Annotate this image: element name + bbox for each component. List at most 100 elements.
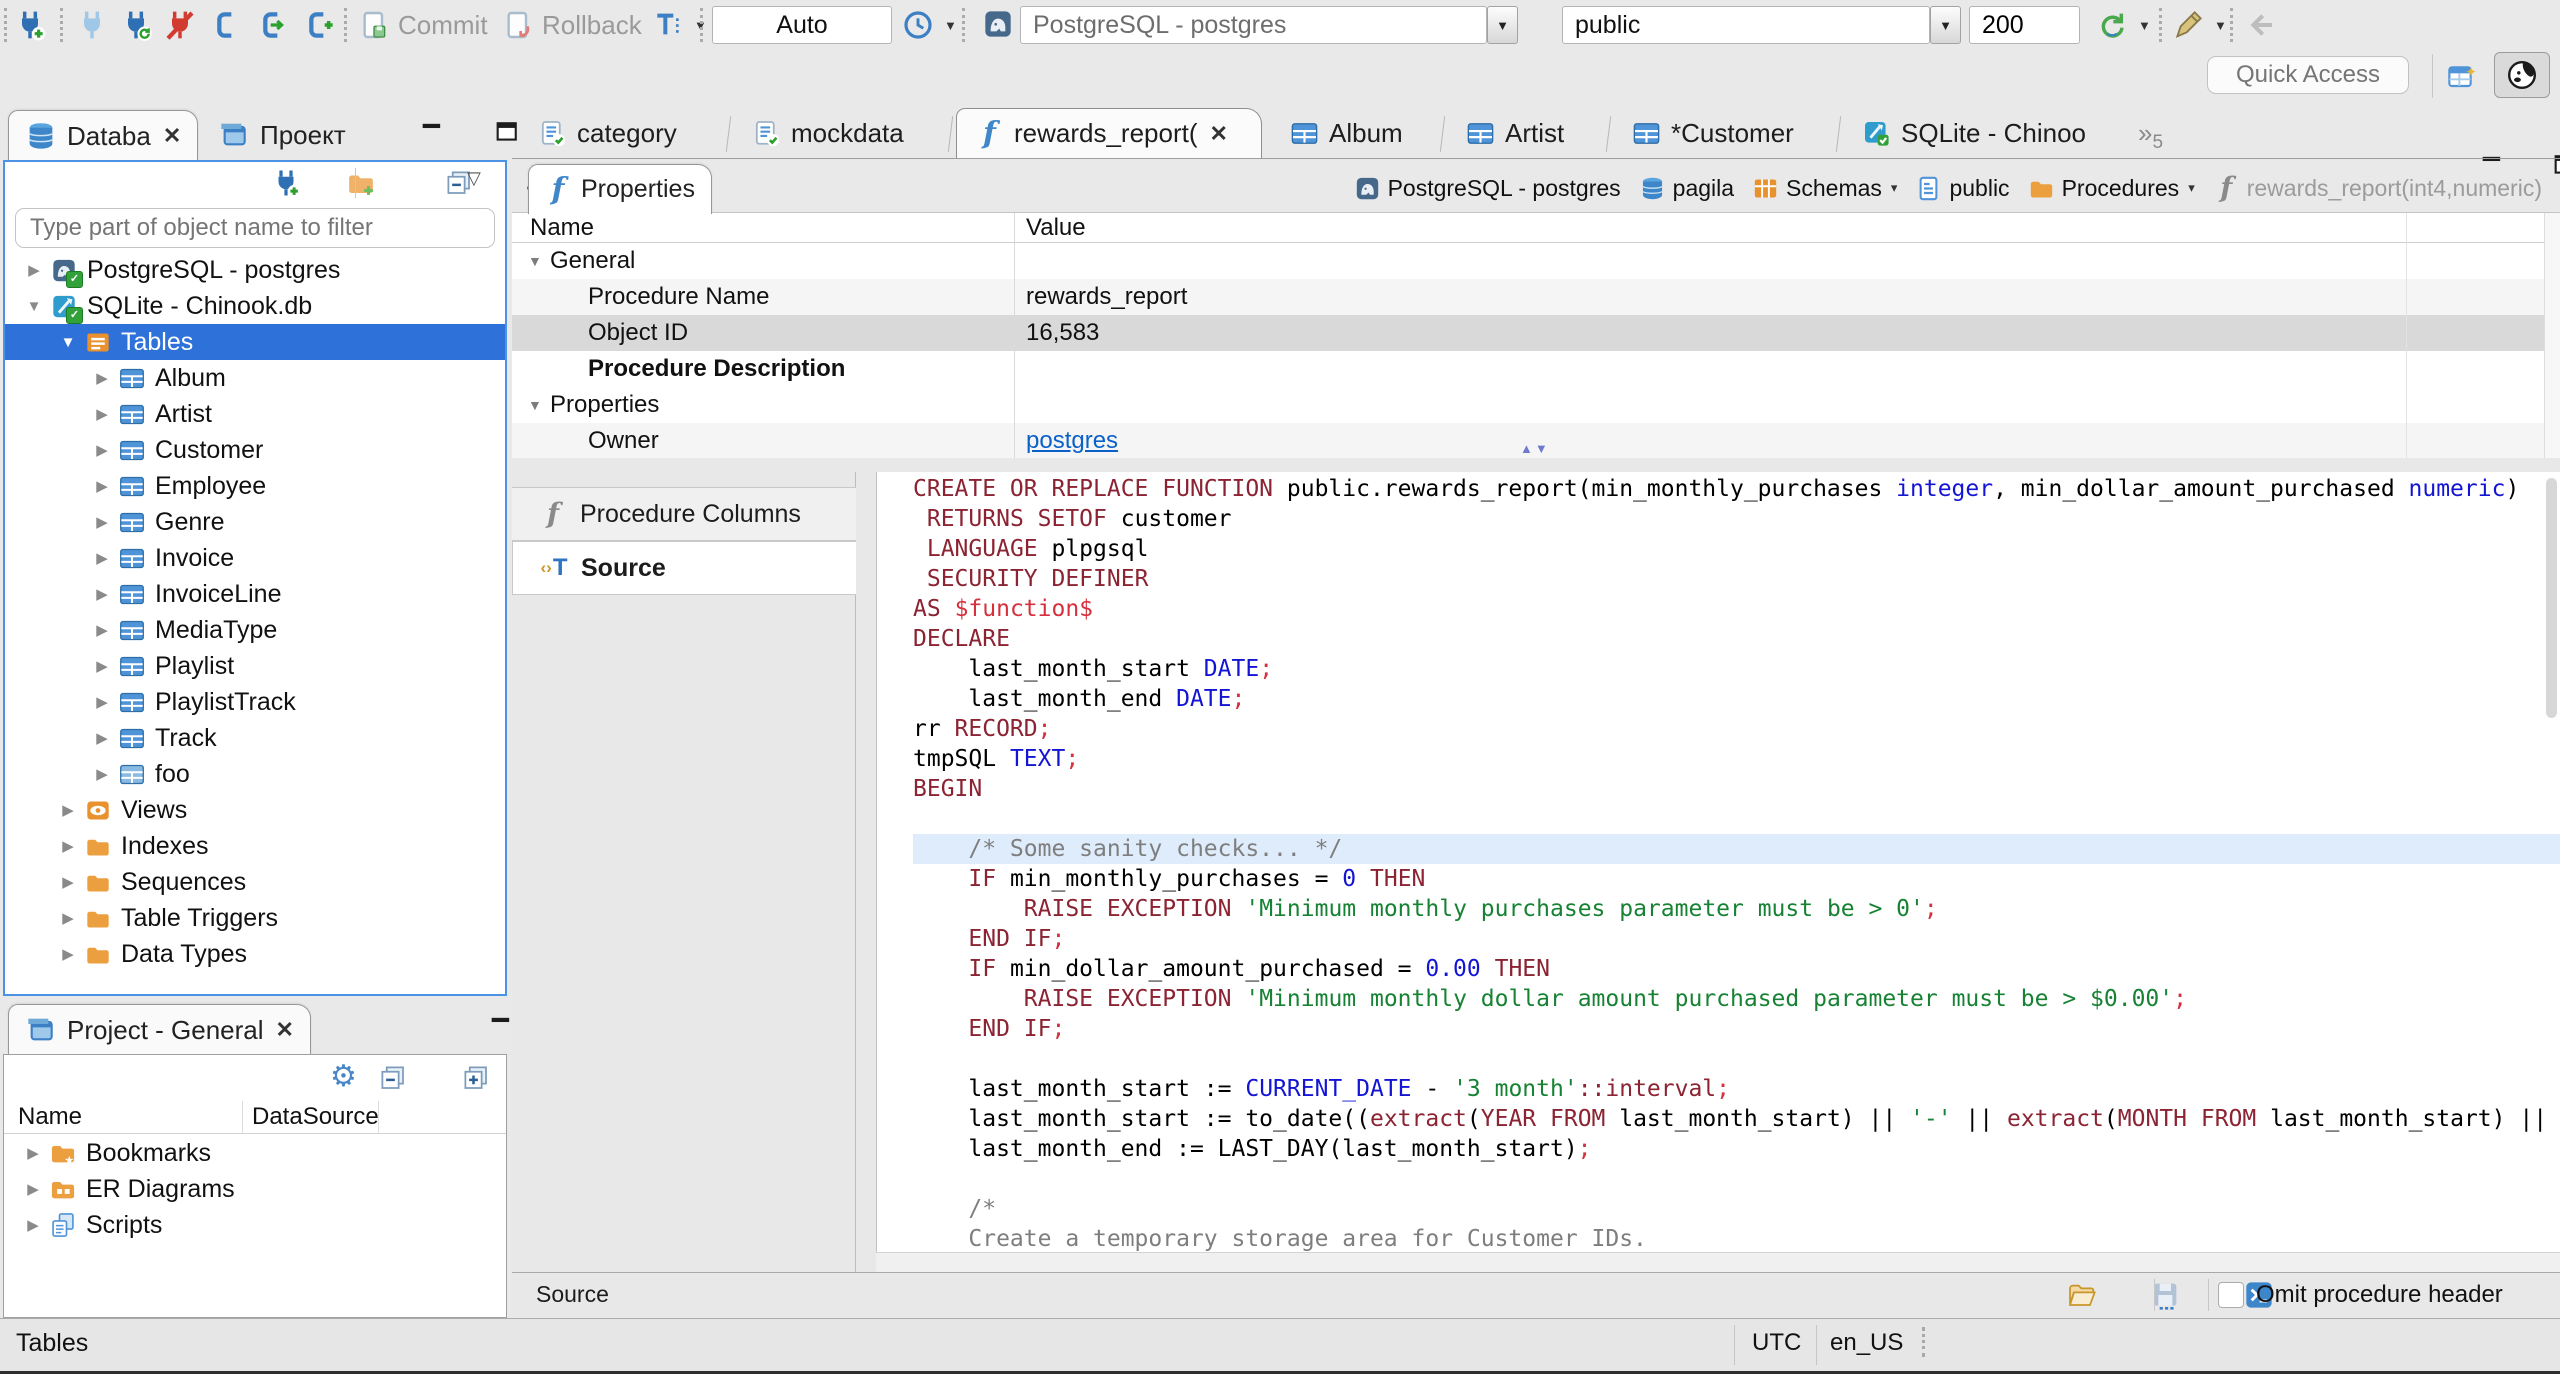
editor-tab-customer[interactable]: *Customer bbox=[1614, 108, 1834, 158]
editor-tab-sqlite-chinoo[interactable]: SQLite - Chinoo bbox=[1844, 108, 2132, 158]
commit-button[interactable]: Commit bbox=[358, 5, 488, 45]
breadcrumb-schemas[interactable]: Schemas ▾ bbox=[1752, 175, 1897, 202]
transaction-log-button[interactable]: ▼ bbox=[652, 5, 707, 45]
expand-arrow-icon[interactable]: ▶ bbox=[87, 477, 117, 495]
tree-item-track[interactable]: ▶ Track bbox=[5, 720, 505, 756]
tree-item-customer[interactable]: ▶ Customer bbox=[5, 432, 505, 468]
expand-arrow-icon[interactable]: ▶ bbox=[87, 765, 117, 783]
tree-item-data-types[interactable]: ▶ Data Types bbox=[5, 936, 505, 972]
tree-item-views[interactable]: ▶ Views bbox=[5, 792, 505, 828]
collapse-all-icon[interactable] bbox=[378, 1063, 408, 1093]
subtab-procedure-columns[interactable]: f Procedure Columns bbox=[512, 487, 856, 541]
expand-arrow-icon[interactable]: ▶ bbox=[53, 801, 83, 819]
tab-project-general[interactable]: Project - General ✕ bbox=[8, 1004, 311, 1055]
column-header-name[interactable]: Name bbox=[18, 1103, 82, 1131]
tree-item-foo[interactable]: ▶ foo bbox=[5, 756, 505, 792]
maximize-icon[interactable] bbox=[493, 118, 521, 146]
chevron-down-icon[interactable]: ▾ bbox=[1891, 180, 1898, 196]
breadcrumb-postgresql-postgres[interactable]: PostgreSQL - postgres bbox=[1354, 175, 1621, 202]
expand-arrow-icon[interactable]: ▶ bbox=[87, 441, 117, 459]
expand-arrow-icon[interactable]: ▶ bbox=[87, 657, 117, 675]
expand-arrow-icon[interactable]: ▶ bbox=[53, 873, 83, 891]
refresh-button[interactable]: ▼ bbox=[2096, 5, 2151, 45]
source-code-area[interactable]: CREATE OR REPLACE FUNCTION public.reward… bbox=[876, 472, 2560, 1252]
breadcrumb-procedures[interactable]: Procedures ▾ bbox=[2028, 175, 2195, 202]
tab-database-navigator[interactable]: Databa ✕ bbox=[8, 110, 199, 161]
tree-item-mediatype[interactable]: ▶ MediaType bbox=[5, 612, 505, 648]
editor-tab-mockdata[interactable]: mockdata bbox=[734, 108, 946, 158]
column-header-datasource[interactable]: DataSource bbox=[252, 1103, 379, 1131]
new-transaction-button[interactable] bbox=[302, 5, 334, 45]
expand-arrow-icon[interactable]: ▶ bbox=[18, 1216, 48, 1234]
disconnect-button[interactable] bbox=[164, 5, 196, 45]
schema-combo[interactable]: public bbox=[1562, 6, 1930, 44]
property-row-general[interactable]: ▼ General bbox=[512, 243, 2560, 279]
expand-arrow-icon[interactable]: ▶ bbox=[19, 261, 49, 279]
editor-tab-category[interactable]: category bbox=[520, 108, 724, 158]
tree-item-genre[interactable]: ▶ Genre bbox=[5, 504, 505, 540]
status-locale[interactable]: en_US bbox=[1830, 1329, 1903, 1357]
grid-scrollbar[interactable] bbox=[2544, 213, 2560, 458]
project-item-bookmarks[interactable]: ▶ ★ Bookmarks bbox=[4, 1135, 506, 1171]
connection-combo-arrow[interactable]: ▼ bbox=[1487, 6, 1518, 44]
expand-arrow-icon[interactable]: ▶ bbox=[18, 1180, 48, 1198]
open-perspective-button[interactable]: ✦ bbox=[2446, 58, 2478, 98]
open-file-icon[interactable] bbox=[2066, 1279, 2098, 1311]
collapse-arrow-icon[interactable]: ▼ bbox=[53, 334, 83, 351]
tab-overflow-button[interactable]: »5 bbox=[2138, 118, 2163, 154]
tree-item-playlisttrack[interactable]: ▶ PlaylistTrack bbox=[5, 684, 505, 720]
tab-properties[interactable]: f Properties bbox=[528, 164, 712, 214]
property-row-properties[interactable]: ▼ Properties bbox=[512, 387, 2560, 423]
tree-item-artist[interactable]: ▶ Artist bbox=[5, 396, 505, 432]
project-item-er-diagrams[interactable]: ▶ ER Diagrams bbox=[4, 1171, 506, 1207]
view-menu-icon[interactable]: ▽ bbox=[467, 168, 481, 189]
history-button[interactable]: ▼ bbox=[902, 5, 957, 45]
property-row-procedure-description[interactable]: Procedure Description bbox=[512, 351, 2560, 387]
tree-item-table-triggers[interactable]: ▶ Table Triggers bbox=[5, 900, 505, 936]
new-connection-button[interactable] bbox=[14, 5, 46, 45]
tree-item-tables[interactable]: ▼ Tables bbox=[5, 324, 505, 360]
expand-arrow-icon[interactable]: ▶ bbox=[53, 909, 83, 927]
tab-projects[interactable]: Проект bbox=[202, 110, 362, 160]
property-row-object-id[interactable]: Object ID 16,583 bbox=[512, 315, 2560, 351]
property-value[interactable]: postgres bbox=[1014, 427, 1118, 455]
new-connection-small-icon[interactable] bbox=[271, 168, 301, 198]
tree-item-employee[interactable]: ▶ Employee bbox=[5, 468, 505, 504]
close-icon[interactable]: ✕ bbox=[1210, 121, 1228, 147]
close-icon[interactable]: ✕ bbox=[163, 123, 181, 149]
transaction-mode-button[interactable] bbox=[210, 5, 242, 45]
minimize-icon[interactable] bbox=[418, 118, 446, 146]
maximize-icon[interactable] bbox=[2551, 151, 2560, 179]
project-item-scripts[interactable]: ▶ Scripts bbox=[4, 1207, 506, 1243]
editor-tab-rewards-report[interactable]: f rewards_report(✕ bbox=[956, 108, 1262, 158]
expand-arrow-icon[interactable]: ▶ bbox=[87, 369, 117, 387]
expand-arrow-icon[interactable]: ▶ bbox=[87, 405, 117, 423]
connection-combo[interactable]: PostgreSQL - postgres bbox=[1020, 6, 1487, 44]
tree-item-indexes[interactable]: ▶ Indexes bbox=[5, 828, 505, 864]
editor-tab-artist[interactable]: Artist bbox=[1448, 108, 1604, 158]
subtab-source[interactable]: ‹› T Source bbox=[512, 541, 856, 595]
connect-button[interactable] bbox=[76, 5, 108, 45]
reconnect-button[interactable] bbox=[120, 5, 152, 45]
expand-arrow-icon[interactable]: ▶ bbox=[53, 945, 83, 963]
tree-item-album[interactable]: ▶ Album bbox=[5, 360, 505, 396]
tree-item-sequences[interactable]: ▶ Sequences bbox=[5, 864, 505, 900]
tree-item-postgresql-postgres[interactable]: ▶ ✓ PostgreSQL - postgres bbox=[5, 252, 505, 288]
expand-arrow-icon[interactable]: ▶ bbox=[87, 729, 117, 747]
commit-mode-button[interactable] bbox=[256, 5, 288, 45]
expand-arrow-icon[interactable]: ▶ bbox=[87, 621, 117, 639]
status-timezone[interactable]: UTC bbox=[1752, 1329, 1801, 1357]
expand-arrow-icon[interactable]: ▶ bbox=[18, 1144, 48, 1162]
collapse-arrow-icon[interactable]: ▼ bbox=[19, 298, 49, 315]
tree-filter-input[interactable] bbox=[15, 208, 495, 248]
property-row-procedure-name[interactable]: Procedure Name rewards_report bbox=[512, 279, 2560, 315]
collapse-section-icon[interactable]: ▲▼ bbox=[1520, 441, 1550, 456]
editor-tab-album[interactable]: Album bbox=[1272, 108, 1438, 158]
breadcrumb-rewards-report-int4-numeric[interactable]: f rewards_report(int4,numeric) bbox=[2213, 174, 2542, 202]
auto-commit-combo[interactable]: Auto bbox=[712, 6, 892, 44]
quick-access-input[interactable] bbox=[2207, 56, 2409, 94]
close-icon[interactable]: ✕ bbox=[276, 1017, 294, 1043]
tree-item-playlist[interactable]: ▶ Playlist bbox=[5, 648, 505, 684]
expand-arrow-icon[interactable]: ▶ bbox=[87, 585, 117, 603]
grid-header-value[interactable]: Value bbox=[1014, 214, 1086, 242]
